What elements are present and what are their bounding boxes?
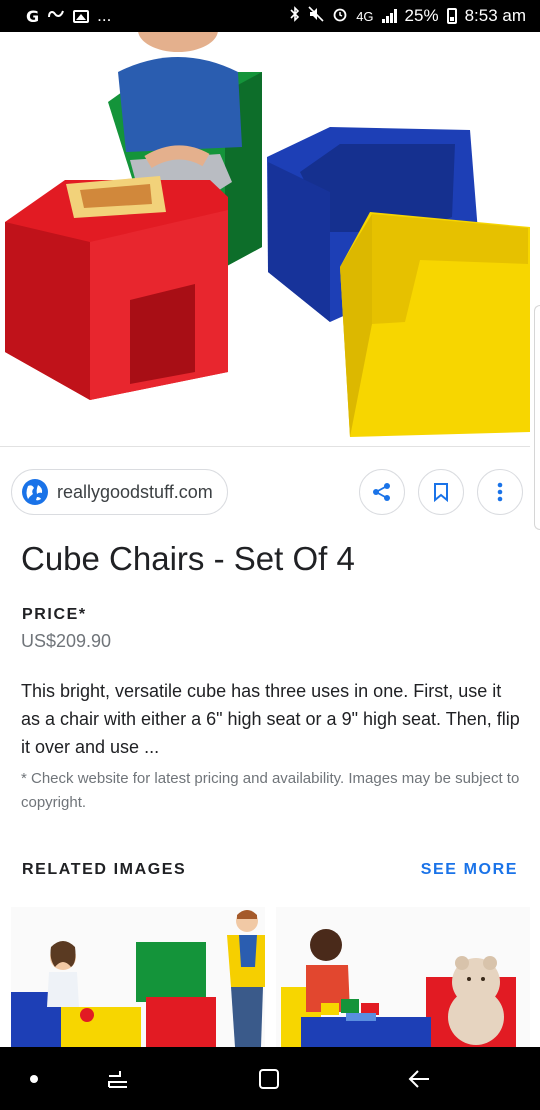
price-label: PRICE* bbox=[22, 606, 87, 623]
share-button[interactable] bbox=[359, 469, 405, 515]
home-icon[interactable] bbox=[247, 1047, 291, 1110]
alarm-icon bbox=[332, 6, 348, 27]
product-image[interactable] bbox=[0, 32, 540, 446]
bluetooth-icon bbox=[290, 5, 300, 27]
divider bbox=[0, 446, 530, 447]
bookmark-icon bbox=[434, 483, 448, 502]
recents-icon[interactable] bbox=[96, 1047, 140, 1110]
system-nav-bar bbox=[0, 1047, 540, 1110]
battery-icon bbox=[446, 8, 457, 24]
cube-chairs-illustration bbox=[5, 32, 530, 437]
save-button[interactable] bbox=[418, 469, 464, 515]
status-bar: G ... 4G 25% 8:53 am bbox=[0, 0, 540, 32]
status-left-icons: G ... bbox=[26, 6, 111, 26]
next-result-tab[interactable] bbox=[534, 305, 540, 530]
source-domain: reallygoodstuff.com bbox=[57, 481, 213, 502]
dot-icon bbox=[14, 1047, 54, 1110]
more-icon: ... bbox=[97, 6, 112, 25]
related-image-1-illustration bbox=[11, 910, 265, 1047]
mute-icon bbox=[308, 5, 324, 27]
related-images-heading: RELATED IMAGES bbox=[22, 861, 187, 878]
link-icon bbox=[47, 6, 65, 26]
share-icon bbox=[373, 483, 390, 501]
clock: 8:53 am bbox=[464, 6, 526, 25]
status-right-icons: 4G 25% 8:53 am bbox=[290, 5, 526, 27]
see-more-link[interactable]: SEE MORE bbox=[421, 861, 518, 879]
related-image-2-illustration bbox=[281, 929, 516, 1047]
price-value: US$209.90 bbox=[21, 631, 112, 651]
related-image-1[interactable] bbox=[11, 907, 265, 1047]
related-image-2[interactable] bbox=[276, 907, 530, 1047]
product-description: This bright, versatile cube has three us… bbox=[21, 681, 520, 757]
disclaimer: * Check website for latest pricing and a… bbox=[21, 770, 520, 811]
back-icon[interactable] bbox=[398, 1047, 442, 1110]
network-type: 4G bbox=[356, 8, 374, 24]
globe-icon bbox=[22, 479, 48, 505]
product-title[interactable]: Cube Chairs - Set Of 4 bbox=[21, 540, 355, 578]
source-link[interactable]: reallygoodstuff.com bbox=[11, 469, 228, 515]
image-icon bbox=[73, 9, 90, 23]
signal-icon bbox=[381, 9, 397, 23]
more-options-button[interactable] bbox=[477, 469, 523, 515]
battery-percent: 25% bbox=[404, 6, 439, 25]
more-vert-icon bbox=[497, 482, 503, 502]
google-g-icon: G bbox=[26, 6, 40, 26]
